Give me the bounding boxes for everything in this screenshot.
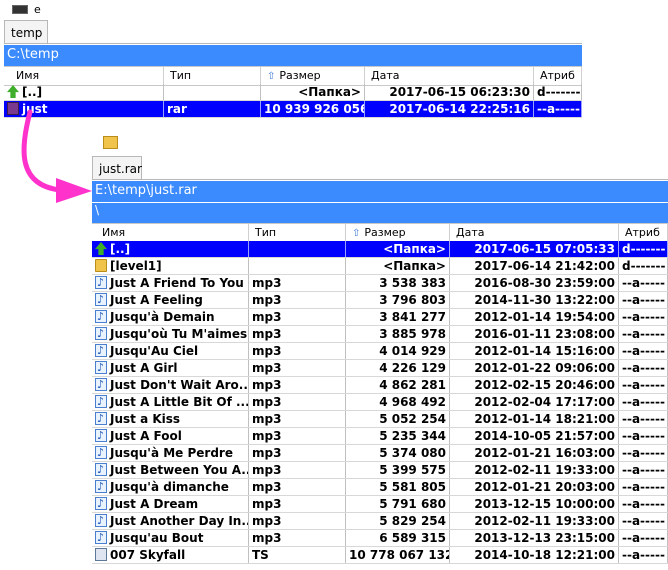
annotation-arrow bbox=[21, 109, 92, 203]
